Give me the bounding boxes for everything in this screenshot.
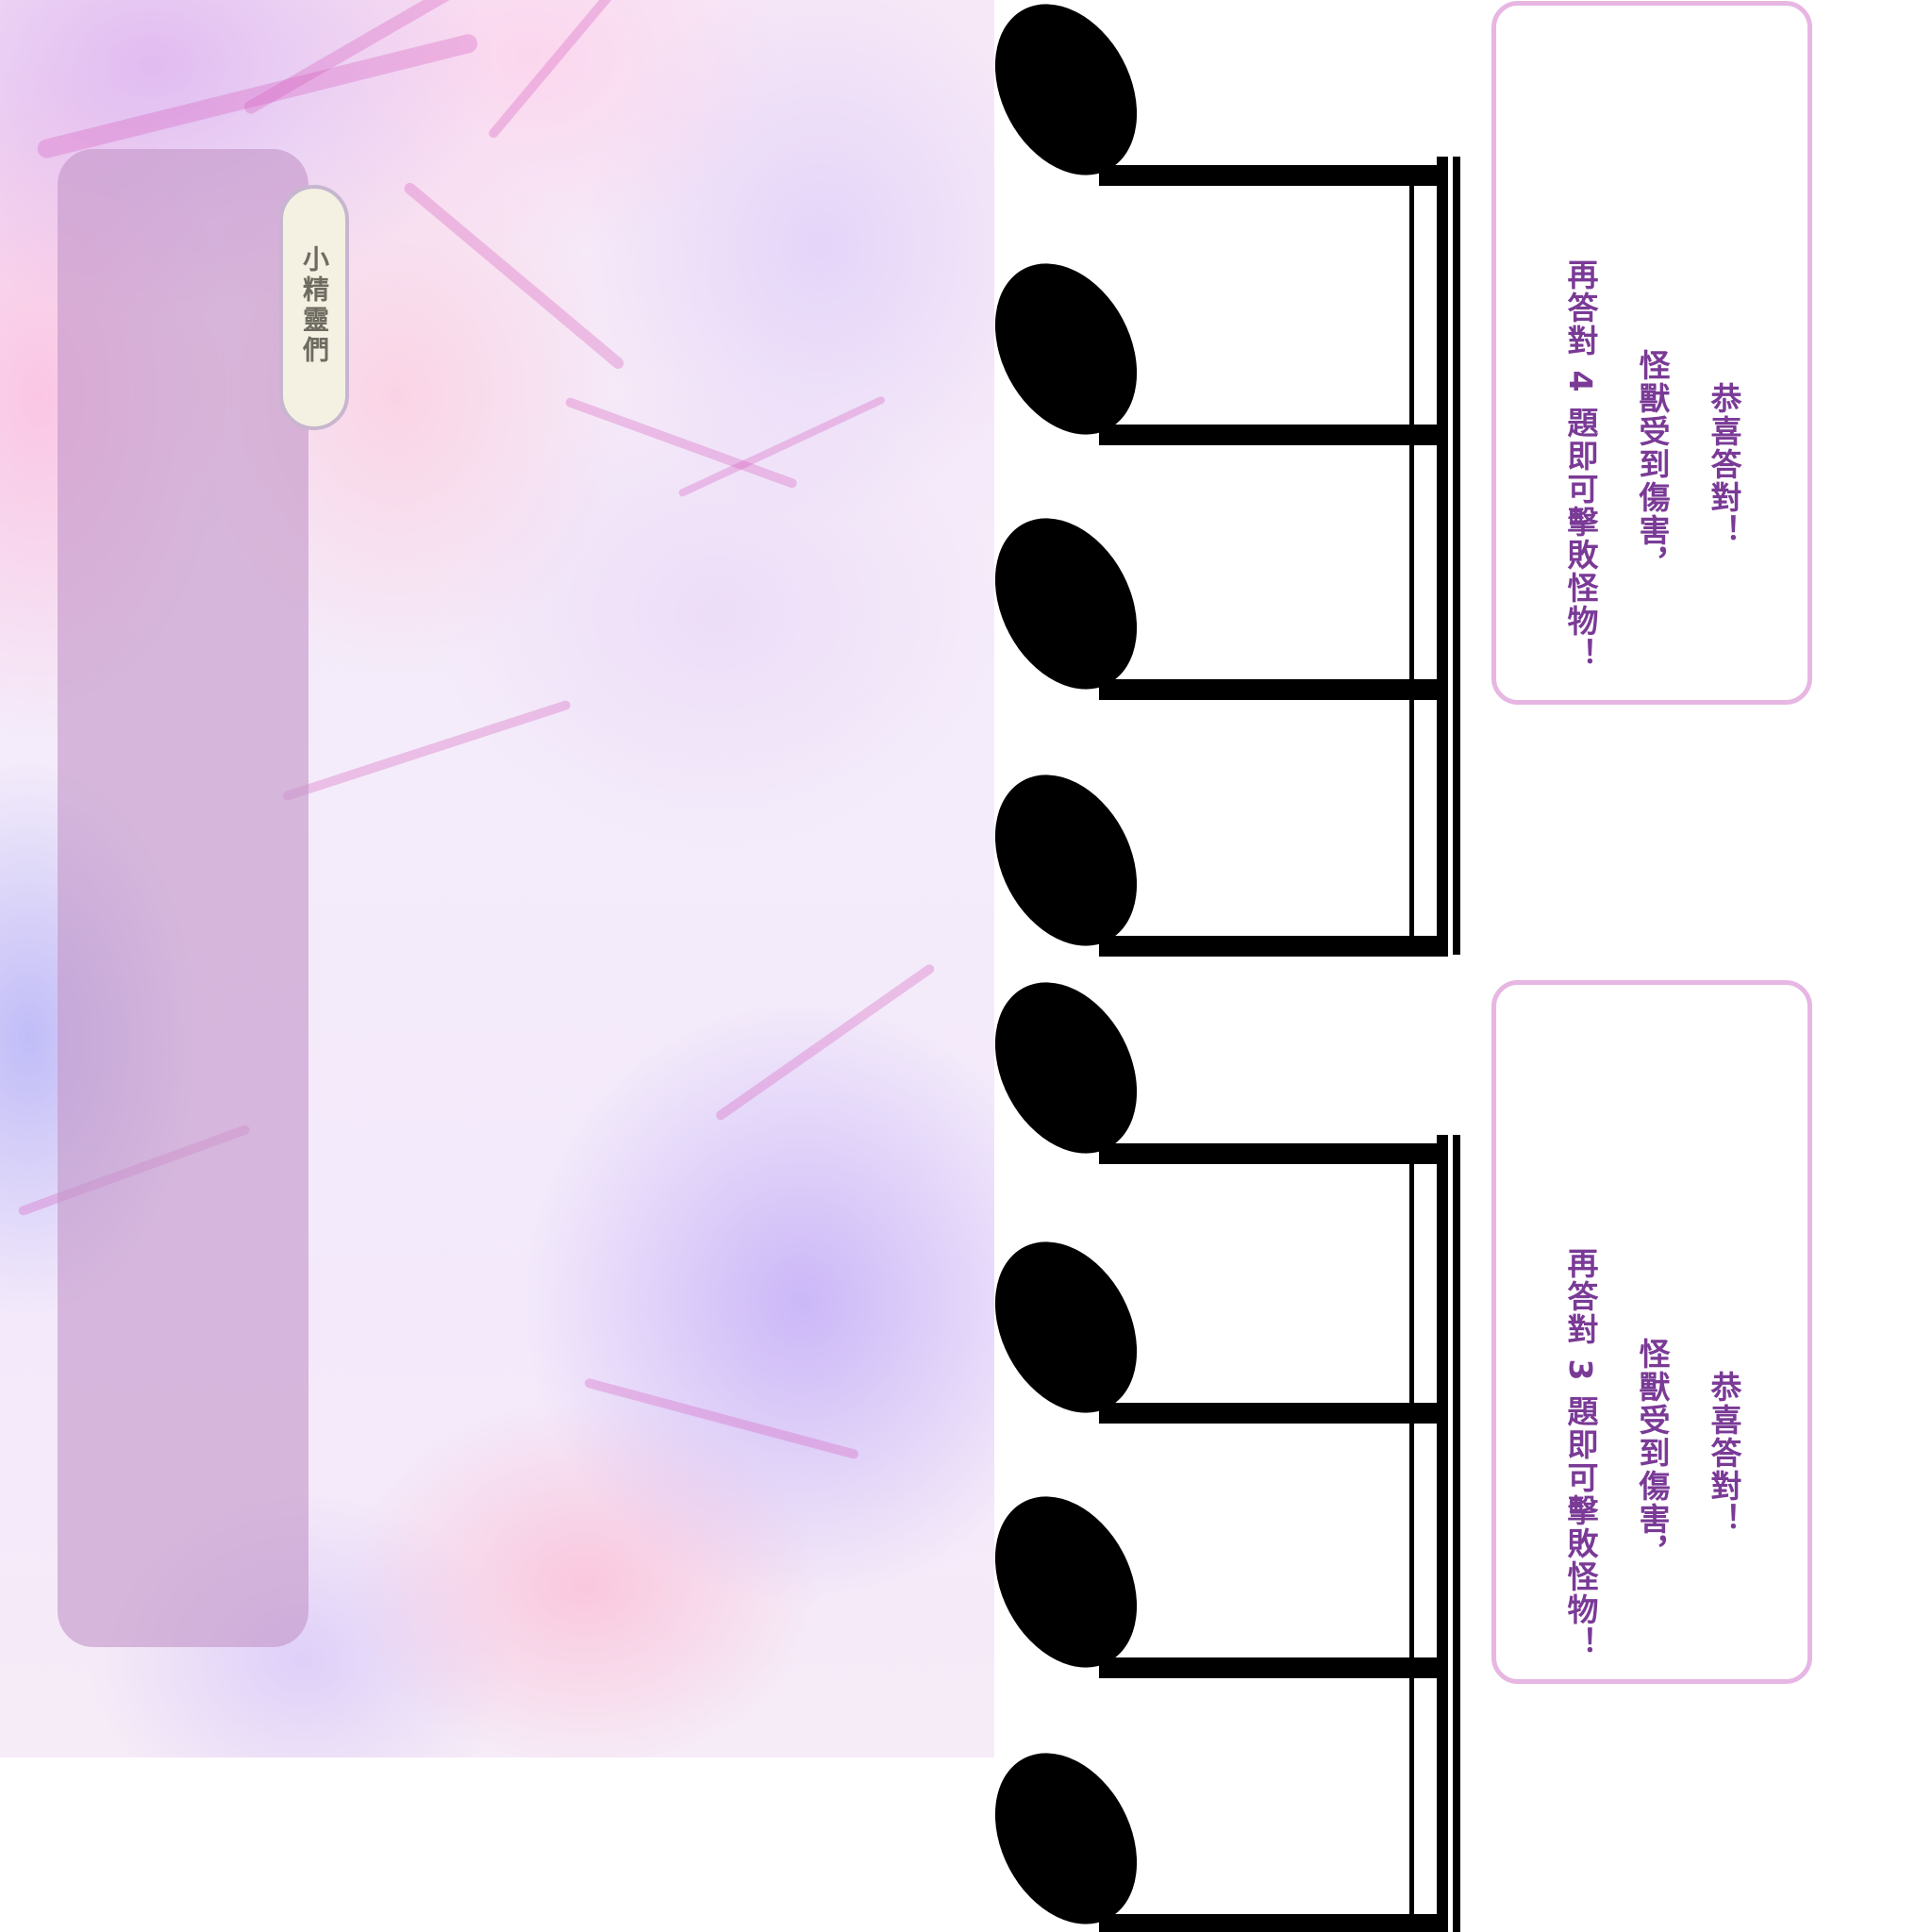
message-line: 怪獸受到傷害，	[1634, 1337, 1671, 1569]
note-flag	[1099, 425, 1448, 445]
note-flag	[1099, 1403, 1448, 1424]
message-text: 恭喜答對！ 怪獸受到傷害， 再答對 4 題即可擊敗怪物！	[1544, 258, 1759, 671]
message-text: 恭喜答對！ 怪獸受到傷害， 再答對 3 題即可擊敗怪物！	[1544, 1247, 1759, 1659]
game-screen: 小精靈們 恭喜答對！ 怪獸受到傷害， 再答對 4 題即可擊敗怪物！ 恭喜答對！ …	[0, 0, 1932, 1932]
message-card: 恭喜答對！ 怪獸受到傷害， 再答對 4 題即可擊敗怪物！	[1491, 1, 1812, 705]
note-stem	[1437, 157, 1448, 955]
note-stem	[1437, 1135, 1448, 1932]
message-line: 再答對 4 題即可擊敗怪物！	[1562, 258, 1599, 671]
message-card: 恭喜答對！ 怪獸受到傷害， 再答對 3 題即可擊敗怪物！	[1491, 980, 1812, 1684]
note-beam	[1453, 1135, 1460, 1932]
message-line: 恭喜答對！	[1706, 381, 1742, 547]
note-beam	[1409, 1146, 1414, 1924]
message-line: 怪獸受到傷害，	[1634, 348, 1671, 580]
message-line: 再答對 3 題即可擊敗怪物！	[1562, 1247, 1599, 1659]
note-flag	[1099, 679, 1448, 700]
note-flag	[1099, 1914, 1448, 1932]
note-beam	[1453, 157, 1460, 955]
note-flag	[1099, 936, 1448, 957]
note-flag	[1099, 1143, 1448, 1164]
sixteenth-notes-icon	[994, 4, 1460, 957]
note-flag	[1099, 165, 1448, 186]
sixteenth-notes-icon	[994, 982, 1460, 1932]
message-line: 恭喜答對！	[1706, 1370, 1742, 1536]
note-beam	[1409, 168, 1414, 945]
note-flag	[1099, 1657, 1448, 1678]
note-head	[994, 1753, 1138, 1924]
